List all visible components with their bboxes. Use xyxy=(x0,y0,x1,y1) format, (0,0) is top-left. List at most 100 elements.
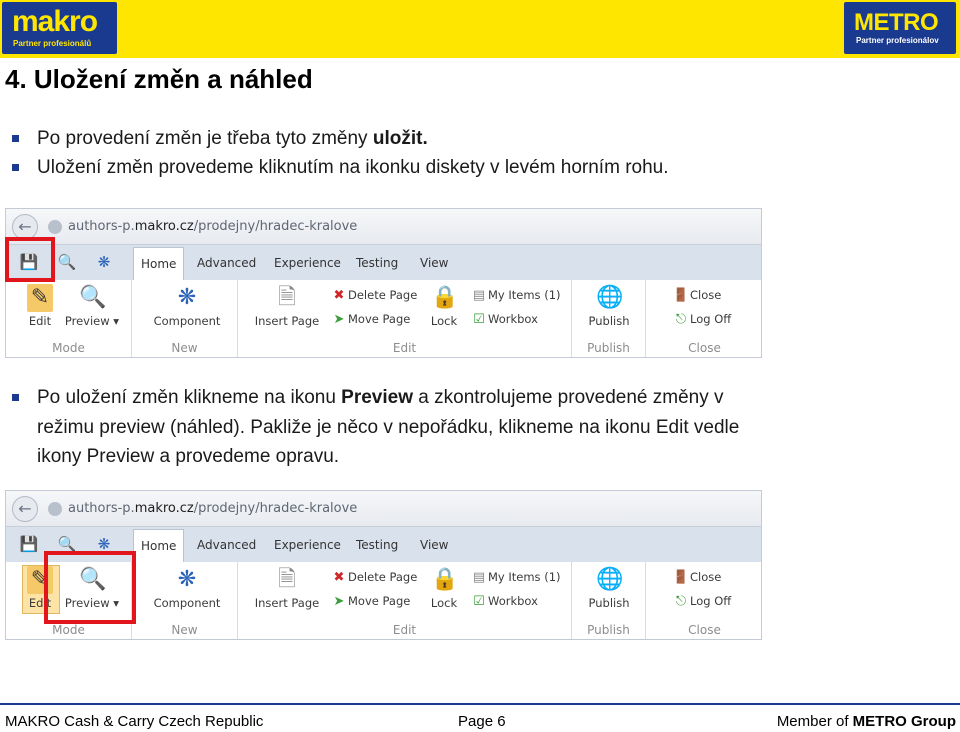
move-page-button[interactable]: ➤ Move Page xyxy=(330,594,411,609)
globe-publish-icon: 🌐 xyxy=(596,285,624,310)
bullet-bold-text: uložit. xyxy=(372,128,428,149)
bullet-item: Uložení změn provedeme kliknutím na ikon… xyxy=(0,153,960,182)
preview-button[interactable]: 🔍 Preview ▾ xyxy=(60,284,124,328)
group-mode: ✎ Edit 🔍 Preview ▾ Mode xyxy=(6,280,132,357)
search-icon[interactable]: 🔍 xyxy=(56,251,78,273)
delete-x-icon: ✖ xyxy=(333,570,345,585)
bullet-square-icon xyxy=(12,164,19,171)
workbox-button[interactable]: ☑ Workbox xyxy=(470,594,538,609)
close-door-icon: 🚪 xyxy=(672,288,690,303)
pencil-icon: ✎ xyxy=(27,284,53,312)
group-publish: 🌐 Publish Publish xyxy=(572,280,646,357)
page-icon: 🗎 xyxy=(278,567,296,592)
component-button[interactable]: ❋ Component xyxy=(152,566,222,610)
group-label-publish: Publish xyxy=(587,341,630,355)
tab-view[interactable]: View xyxy=(413,247,455,280)
group-label-mode: Mode xyxy=(52,623,85,637)
lock-icon: 🔒 xyxy=(431,285,459,310)
group-label-publish: Publish xyxy=(587,623,630,637)
metro-logo-tagline: Partner profesionálov xyxy=(856,36,939,45)
footer-member: Member of METRO Group xyxy=(776,713,956,730)
bullet-item: Po uložení změn klikneme na ikonu Previe… xyxy=(0,383,960,472)
insert-page-button[interactable]: 🗎 Insert Page xyxy=(252,566,322,610)
page-title: 4. Uložení změn a náhled xyxy=(5,64,313,94)
move-page-icon: ➤ xyxy=(333,594,345,609)
tab-experience[interactable]: Experience xyxy=(267,529,348,562)
lock-button[interactable]: 🔒 Lock xyxy=(424,284,464,328)
my-items-button[interactable]: ▤ My Items (1) xyxy=(470,570,561,585)
globe-publish-icon: 🌐 xyxy=(596,567,624,592)
globe-icon xyxy=(48,220,62,234)
workbox-button[interactable]: ☑ Workbox xyxy=(470,312,538,327)
insert-page-button[interactable]: 🗎 Insert Page xyxy=(252,284,322,328)
delete-page-button[interactable]: ✖ Delete Page xyxy=(330,570,418,585)
group-new: ❋ Component New xyxy=(132,280,238,357)
items-list-icon: ▤ xyxy=(472,288,486,303)
move-page-icon: ➤ xyxy=(333,312,345,327)
my-items-button[interactable]: ▤ My Items (1) xyxy=(470,288,561,303)
bullet-list-bottom: Po uložení změn klikneme na ikonu Previe… xyxy=(0,383,960,472)
tab-advanced[interactable]: Advanced xyxy=(190,247,263,280)
workbox-icon: ☑ xyxy=(473,312,485,327)
close-door-icon: 🚪 xyxy=(672,570,690,585)
component-button[interactable]: ❋ Component xyxy=(152,284,222,328)
bullet-text: Po uložení změn klikneme na ikonu xyxy=(37,387,342,408)
tab-home[interactable]: Home xyxy=(133,529,185,562)
edit-button[interactable]: ✎ Edit xyxy=(20,284,60,328)
save-highlight-box xyxy=(5,237,55,282)
tab-view[interactable]: View xyxy=(413,529,455,562)
metro-logo-text: METRO xyxy=(854,9,939,36)
publish-button[interactable]: 🌐 Publish xyxy=(584,566,634,610)
tab-experience[interactable]: Experience xyxy=(267,247,348,280)
page-icon: 🗎 xyxy=(278,285,296,310)
group-publish: 🌐 Publish Publish xyxy=(572,562,646,639)
lock-button[interactable]: 🔒 Lock xyxy=(424,566,464,610)
ribbon-tabs: 💾 🔍 ❋ Home Advanced Experience Testing V… xyxy=(6,245,761,280)
group-label-edit: Edit xyxy=(392,341,417,355)
publish-button[interactable]: 🌐 Publish xyxy=(584,284,634,328)
tab-testing[interactable]: Testing xyxy=(349,247,405,280)
group-label-edit: Edit xyxy=(392,623,417,637)
puzzle-icon: ❋ xyxy=(177,285,197,310)
metro-logo: METRO Partner profesionálov xyxy=(844,2,956,54)
save-disk-icon[interactable]: 💾 xyxy=(18,533,40,555)
group-edit: 🗎 Insert Page ✖ Delete Page ➤ Move Page 🔒 Lo… xyxy=(238,280,572,357)
makro-logo: makro Partner profesionálů xyxy=(2,2,117,54)
log-off-button[interactable]: ⎋ Log Off xyxy=(672,594,731,609)
makro-logo-tagline: Partner profesionálů xyxy=(13,39,92,48)
url-text[interactable]: authors-p.makro.cz/prodejny/hradec-kralo… xyxy=(68,501,357,516)
close-button[interactable]: 🚪Close xyxy=(672,288,721,303)
group-close: 🚪Close ⎋ Log Off Close xyxy=(646,280,761,357)
group-label-close: Close xyxy=(688,341,721,355)
bullet-text: ikony Preview a provedeme opravu. xyxy=(37,446,340,467)
log-off-icon: ⎋ xyxy=(675,594,687,609)
bullet-text: Uložení změn provedeme kliknutím na ikon… xyxy=(37,157,669,178)
tab-home[interactable]: Home xyxy=(133,247,185,280)
bullet-item: Po provedení změn je třeba tyto změny ul… xyxy=(0,124,960,153)
tab-advanced[interactable]: Advanced xyxy=(190,529,263,562)
ribbon-panel: ✎ Edit 🔍 Preview ▾ Mode ❋ Component New 🗎 In… xyxy=(6,280,761,357)
makro-logo-text: makro xyxy=(12,5,98,38)
globe-icon xyxy=(48,502,62,516)
group-label-new: New xyxy=(171,623,198,637)
header-bar: makro Partner profesionálů METRO Partner… xyxy=(0,0,960,58)
puzzle-icon[interactable]: ❋ xyxy=(93,251,115,273)
back-arrow-icon[interactable]: ← xyxy=(12,496,38,522)
workbox-icon: ☑ xyxy=(473,594,485,609)
group-new: ❋ Component New xyxy=(132,562,238,639)
items-list-icon: ▤ xyxy=(472,570,486,585)
log-off-icon: ⎋ xyxy=(675,312,687,327)
group-label-new: New xyxy=(171,341,198,355)
group-label-close: Close xyxy=(688,623,721,637)
move-page-button[interactable]: ➤ Move Page xyxy=(330,312,411,327)
log-off-button[interactable]: ⎋ Log Off xyxy=(672,312,731,327)
bullet-text: a zkontrolujeme provedené změny v xyxy=(413,387,724,408)
bullet-list-top: Po provedení změn je třeba tyto změny ul… xyxy=(0,124,960,182)
preview-magnifier-icon: 🔍 xyxy=(79,285,107,310)
delete-page-button[interactable]: ✖ Delete Page xyxy=(330,288,418,303)
close-button[interactable]: 🚪Close xyxy=(672,570,721,585)
screenshot-save: ← authors-p.makro.cz/prodejny/hradec-kra… xyxy=(5,208,762,358)
tab-testing[interactable]: Testing xyxy=(349,529,405,562)
address-bar: ← authors-p.makro.cz/prodejny/hradec-kra… xyxy=(6,209,761,245)
url-text[interactable]: authors-p.makro.cz/prodejny/hradec-kralo… xyxy=(68,219,357,234)
